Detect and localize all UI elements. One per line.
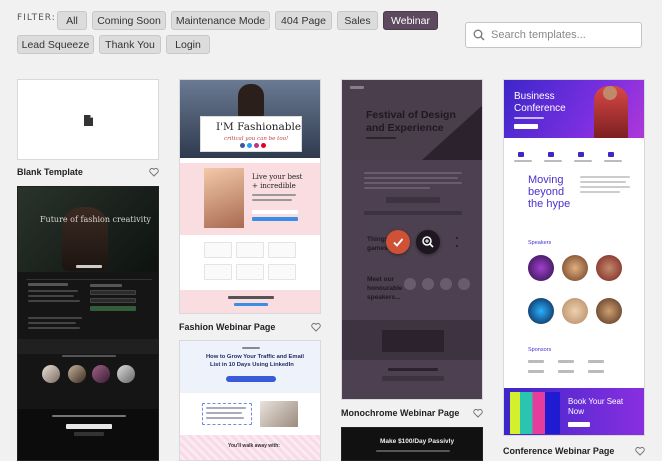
filter-chip-thank-you[interactable]: Thank You xyxy=(99,35,161,54)
hero-title: Festival of Design xyxy=(366,109,456,121)
template-card-conference[interactable]: Business Conference Moving beyond the hy… xyxy=(503,79,645,436)
filter-chip-all[interactable]: All xyxy=(57,11,87,30)
favorite-heart-icon[interactable] xyxy=(473,408,483,418)
favorite-heart-icon[interactable] xyxy=(635,446,645,456)
hero-title: Future of fashion creativity xyxy=(40,215,151,224)
template-card-passivity[interactable]: Make $100/Day Passivly xyxy=(341,427,483,461)
hero-subtitle: critical you can be too! xyxy=(224,136,289,142)
template-name-conference: Conference Webinar Page xyxy=(503,446,615,456)
select-template-button[interactable] xyxy=(386,230,410,254)
template-card-creativity[interactable]: Future of fashion creativity xyxy=(17,186,159,461)
template-card-monochrome[interactable]: Festival of Design and Experience Things… xyxy=(341,79,483,400)
filter-chip-maintenance-mode[interactable]: Maintenance Mode xyxy=(171,11,270,30)
template-name-blank: Blank Template xyxy=(17,167,83,177)
template-name-fashion: Fashion Webinar Page xyxy=(179,322,276,332)
search-box[interactable] xyxy=(465,22,642,48)
checkmark-icon xyxy=(393,238,404,247)
template-name-monochrome: Monochrome Webinar Page xyxy=(341,408,460,418)
filter-chip-lead-squeeze[interactable]: Lead Squeeze xyxy=(17,35,94,54)
filter-chip-webinar[interactable]: Webinar xyxy=(383,11,438,30)
filter-label: FILTER: xyxy=(17,13,56,23)
favorite-heart-icon[interactable] xyxy=(311,322,321,332)
search-icon xyxy=(473,29,485,41)
template-card-blank[interactable] xyxy=(17,79,159,160)
search-input[interactable] xyxy=(491,29,631,41)
filter-chip-login[interactable]: Login xyxy=(166,35,210,54)
filter-chip-sales[interactable]: Sales xyxy=(337,11,378,30)
hero-title: I'M Fashionable xyxy=(216,121,302,133)
document-icon xyxy=(84,115,93,126)
zoom-in-icon xyxy=(422,236,434,248)
filter-chip-coming-soon[interactable]: Coming Soon xyxy=(92,11,166,30)
template-card-fashion[interactable]: I'M Fashionable critical you can be too!… xyxy=(179,79,321,314)
filter-chip-404-page[interactable]: 404 Page xyxy=(275,11,332,30)
model-photo xyxy=(204,168,244,228)
favorite-heart-icon[interactable] xyxy=(149,167,159,177)
template-card-linkedin[interactable]: How to Grow Your Traffic and Email List … xyxy=(179,340,321,461)
preview-template-button[interactable] xyxy=(416,230,440,254)
